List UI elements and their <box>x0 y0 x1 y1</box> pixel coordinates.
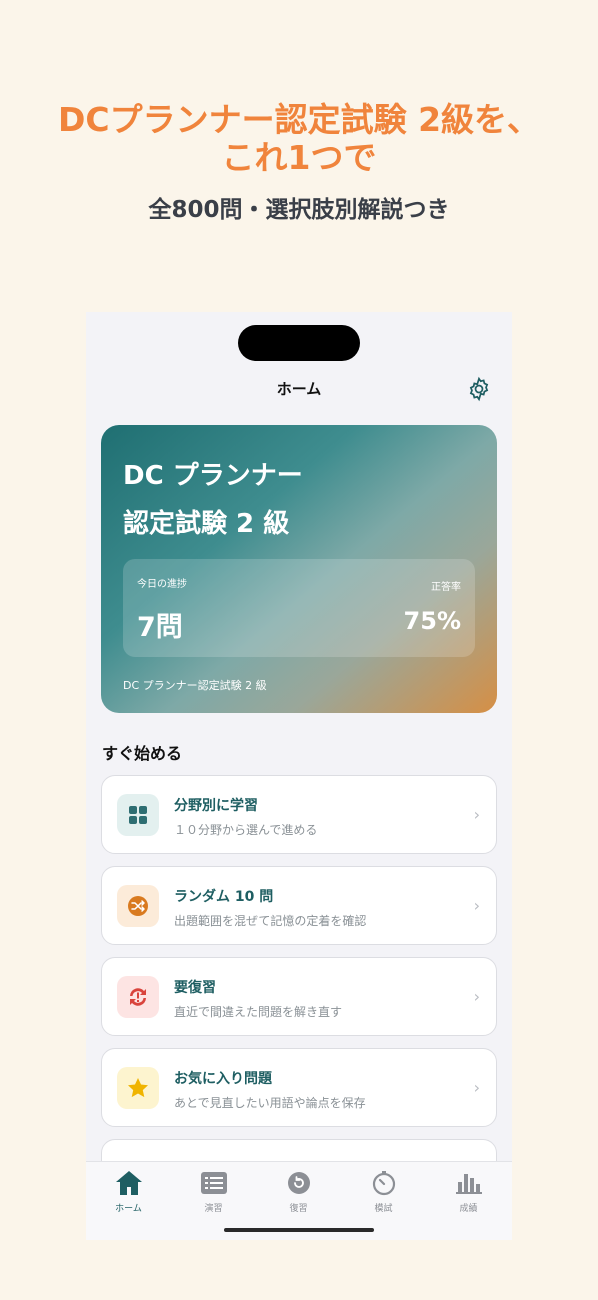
tab-label: 復習 <box>289 1204 308 1214</box>
tab-practice[interactable]: 演習 <box>171 1170 256 1214</box>
card-title: ランダム 10 問 <box>174 889 274 905</box>
card-subtitle: 直近で間違えた問題を解き直す <box>174 1005 343 1019</box>
tab-review[interactable]: 復習 <box>256 1170 341 1214</box>
tab-mock-exam[interactable]: 模試 <box>341 1170 426 1214</box>
chevron-right-icon: › <box>473 1078 480 1097</box>
page-title: ホーム <box>276 380 322 398</box>
tab-label: 成績 <box>459 1204 478 1214</box>
phone-screen: ホーム DC プランナー 認定試験 2 級 今日の進捗 正答率 7問 75% D… <box>86 312 512 1240</box>
progress-value: 7問 <box>137 612 183 643</box>
section-title: すぐ始める <box>102 744 183 763</box>
card-title: 分野別に学習 <box>174 798 258 814</box>
chevron-right-icon: › <box>473 987 480 1006</box>
tab-label: 演習 <box>204 1204 223 1214</box>
hero-title-line1: DC プランナー <box>123 461 303 491</box>
card-subtitle: 出題範囲を混ぜて記憶の定着を確認 <box>174 914 367 928</box>
card-needs-review[interactable]: 要復習 直近で間違えた問題を解き直す › <box>101 957 497 1036</box>
card-random-10[interactable]: ランダム 10 問 出題範囲を混ぜて記憶の定着を確認 › <box>101 866 497 945</box>
review-alert-icon <box>117 976 159 1018</box>
star-icon <box>117 1067 159 1109</box>
progress-panel: 今日の進捗 正答率 7問 75% <box>123 559 475 657</box>
timer-icon <box>341 1170 426 1196</box>
chevron-right-icon: › <box>473 896 480 915</box>
tab-label: 模試 <box>374 1204 393 1214</box>
hero-title-line2: 認定試験 2 級 <box>123 509 290 539</box>
hero-card[interactable]: DC プランナー 認定試験 2 級 今日の進捗 正答率 7問 75% DC プラ… <box>101 425 497 713</box>
card-subtitle: １０分野から選んで進める <box>174 823 318 837</box>
grid-icon <box>117 794 159 836</box>
chevron-right-icon: › <box>473 805 480 824</box>
card-subtitle: あとで見直したい用語や論点を保存 <box>174 1096 366 1110</box>
card-title: 要復習 <box>174 980 216 996</box>
list-icon <box>171 1170 256 1196</box>
promo-headline-line1: DCプランナー認定試験 2級を、 <box>57 100 541 139</box>
tab-home[interactable]: ホーム <box>86 1170 171 1214</box>
tab-label: ホーム <box>115 1204 142 1214</box>
accuracy-label: 正答率 <box>431 582 461 593</box>
promo-headline-line2: これ1つで <box>221 138 377 177</box>
shuffle-icon <box>117 885 159 927</box>
review-icon <box>256 1170 341 1196</box>
accuracy-value: 75% <box>403 607 461 635</box>
card-title: お気に入り問題 <box>174 1071 272 1087</box>
card-by-field[interactable]: 分野別に学習 １０分野から選んで進める › <box>101 775 497 854</box>
progress-label: 今日の進捗 <box>137 579 187 590</box>
home-indicator <box>224 1228 374 1232</box>
hero-footer: DC プランナー認定試験 2 級 <box>123 679 267 692</box>
bar-chart-icon <box>426 1170 511 1196</box>
promo-subheadline: 全800問・選択肢別解説つき <box>148 197 450 223</box>
tab-results[interactable]: 成績 <box>426 1170 511 1214</box>
home-icon <box>86 1170 171 1196</box>
card-favorites[interactable]: お気に入り問題 あとで見直したい用語や論点を保存 › <box>101 1048 497 1127</box>
dynamic-island <box>238 325 360 361</box>
gear-icon[interactable] <box>466 376 492 402</box>
